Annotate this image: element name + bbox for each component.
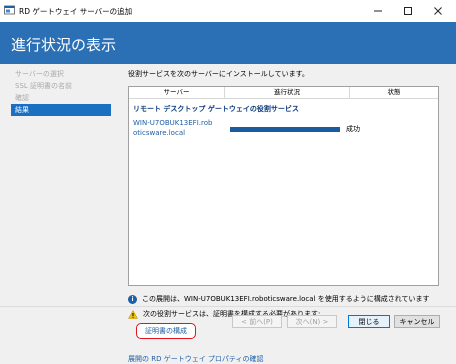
progress-fill bbox=[230, 127, 340, 132]
maximize-button[interactable] bbox=[393, 0, 423, 22]
step-confirm[interactable]: 確認 bbox=[11, 92, 111, 104]
step-label: 確認 bbox=[15, 94, 29, 102]
warning-icon bbox=[128, 309, 138, 319]
previous-button[interactable]: < 前へ(P) bbox=[232, 315, 282, 328]
step-label: サーバーの選択 bbox=[15, 70, 64, 78]
configure-certificate-link[interactable]: 証明書の構成 bbox=[136, 323, 196, 339]
role-service-title: リモート デスクトップ ゲートウェイの役割サービス bbox=[133, 105, 299, 113]
close-button[interactable]: 閉じる bbox=[348, 315, 390, 328]
minimize-icon bbox=[374, 10, 382, 12]
server-manager-icon bbox=[4, 5, 15, 15]
footer-divider bbox=[0, 306, 456, 307]
step-results[interactable]: 結果 bbox=[11, 104, 111, 116]
info-icon: i bbox=[128, 294, 137, 304]
window-title: RD ゲートウェイ サーバーの追加 bbox=[19, 7, 133, 16]
column-header-status[interactable]: 状態 bbox=[350, 87, 438, 98]
info-text: この展開は、WIN-U7OBUK13EFI.roboticsware.local… bbox=[142, 295, 430, 303]
column-header-progress[interactable]: 進行状況 bbox=[225, 87, 350, 98]
close-icon bbox=[434, 7, 442, 15]
status-text: 成功 bbox=[346, 125, 360, 133]
info-message: i この展開は、WIN-U7OBUK13EFI.roboticsware.loc… bbox=[128, 294, 430, 304]
page-title: 進行状況の表示 bbox=[11, 36, 117, 54]
gateway-properties-link[interactable]: 展開の RD ゲートウェイ プロパティの確認 bbox=[128, 354, 264, 364]
step-label: SSL 証明書の名前 bbox=[15, 82, 73, 90]
column-header-server[interactable]: サーバー bbox=[129, 87, 225, 98]
grid-header: サーバー 進行状況 状態 bbox=[129, 87, 438, 99]
progress-grid: サーバー 進行状況 状態 リモート デスクトップ ゲートウェイの役割サービス W… bbox=[128, 86, 439, 286]
install-description: 役割サービスを次のサーバーにインストールしています。 bbox=[128, 70, 309, 78]
server-name-link[interactable]: WIN-U7OBUK13EFI.roboticsware.local bbox=[133, 118, 213, 138]
close-window-button[interactable] bbox=[423, 0, 453, 22]
minimize-button[interactable] bbox=[363, 0, 393, 22]
next-button[interactable]: 次へ(N) > bbox=[287, 315, 337, 328]
wizard-steps: サーバーの選択 SSL 証明書の名前 確認 結果 bbox=[11, 68, 111, 116]
title-bar: RD ゲートウェイ サーバーの追加 bbox=[0, 0, 456, 22]
cancel-button[interactable]: キャンセル bbox=[394, 315, 440, 328]
step-label: 結果 bbox=[15, 106, 29, 114]
install-progress-bar bbox=[230, 127, 340, 132]
wizard-header: 進行状況の表示 bbox=[0, 22, 456, 64]
maximize-icon bbox=[404, 7, 412, 15]
step-ssl-cert-name[interactable]: SSL 証明書の名前 bbox=[11, 80, 111, 92]
step-select-server[interactable]: サーバーの選択 bbox=[11, 68, 111, 80]
